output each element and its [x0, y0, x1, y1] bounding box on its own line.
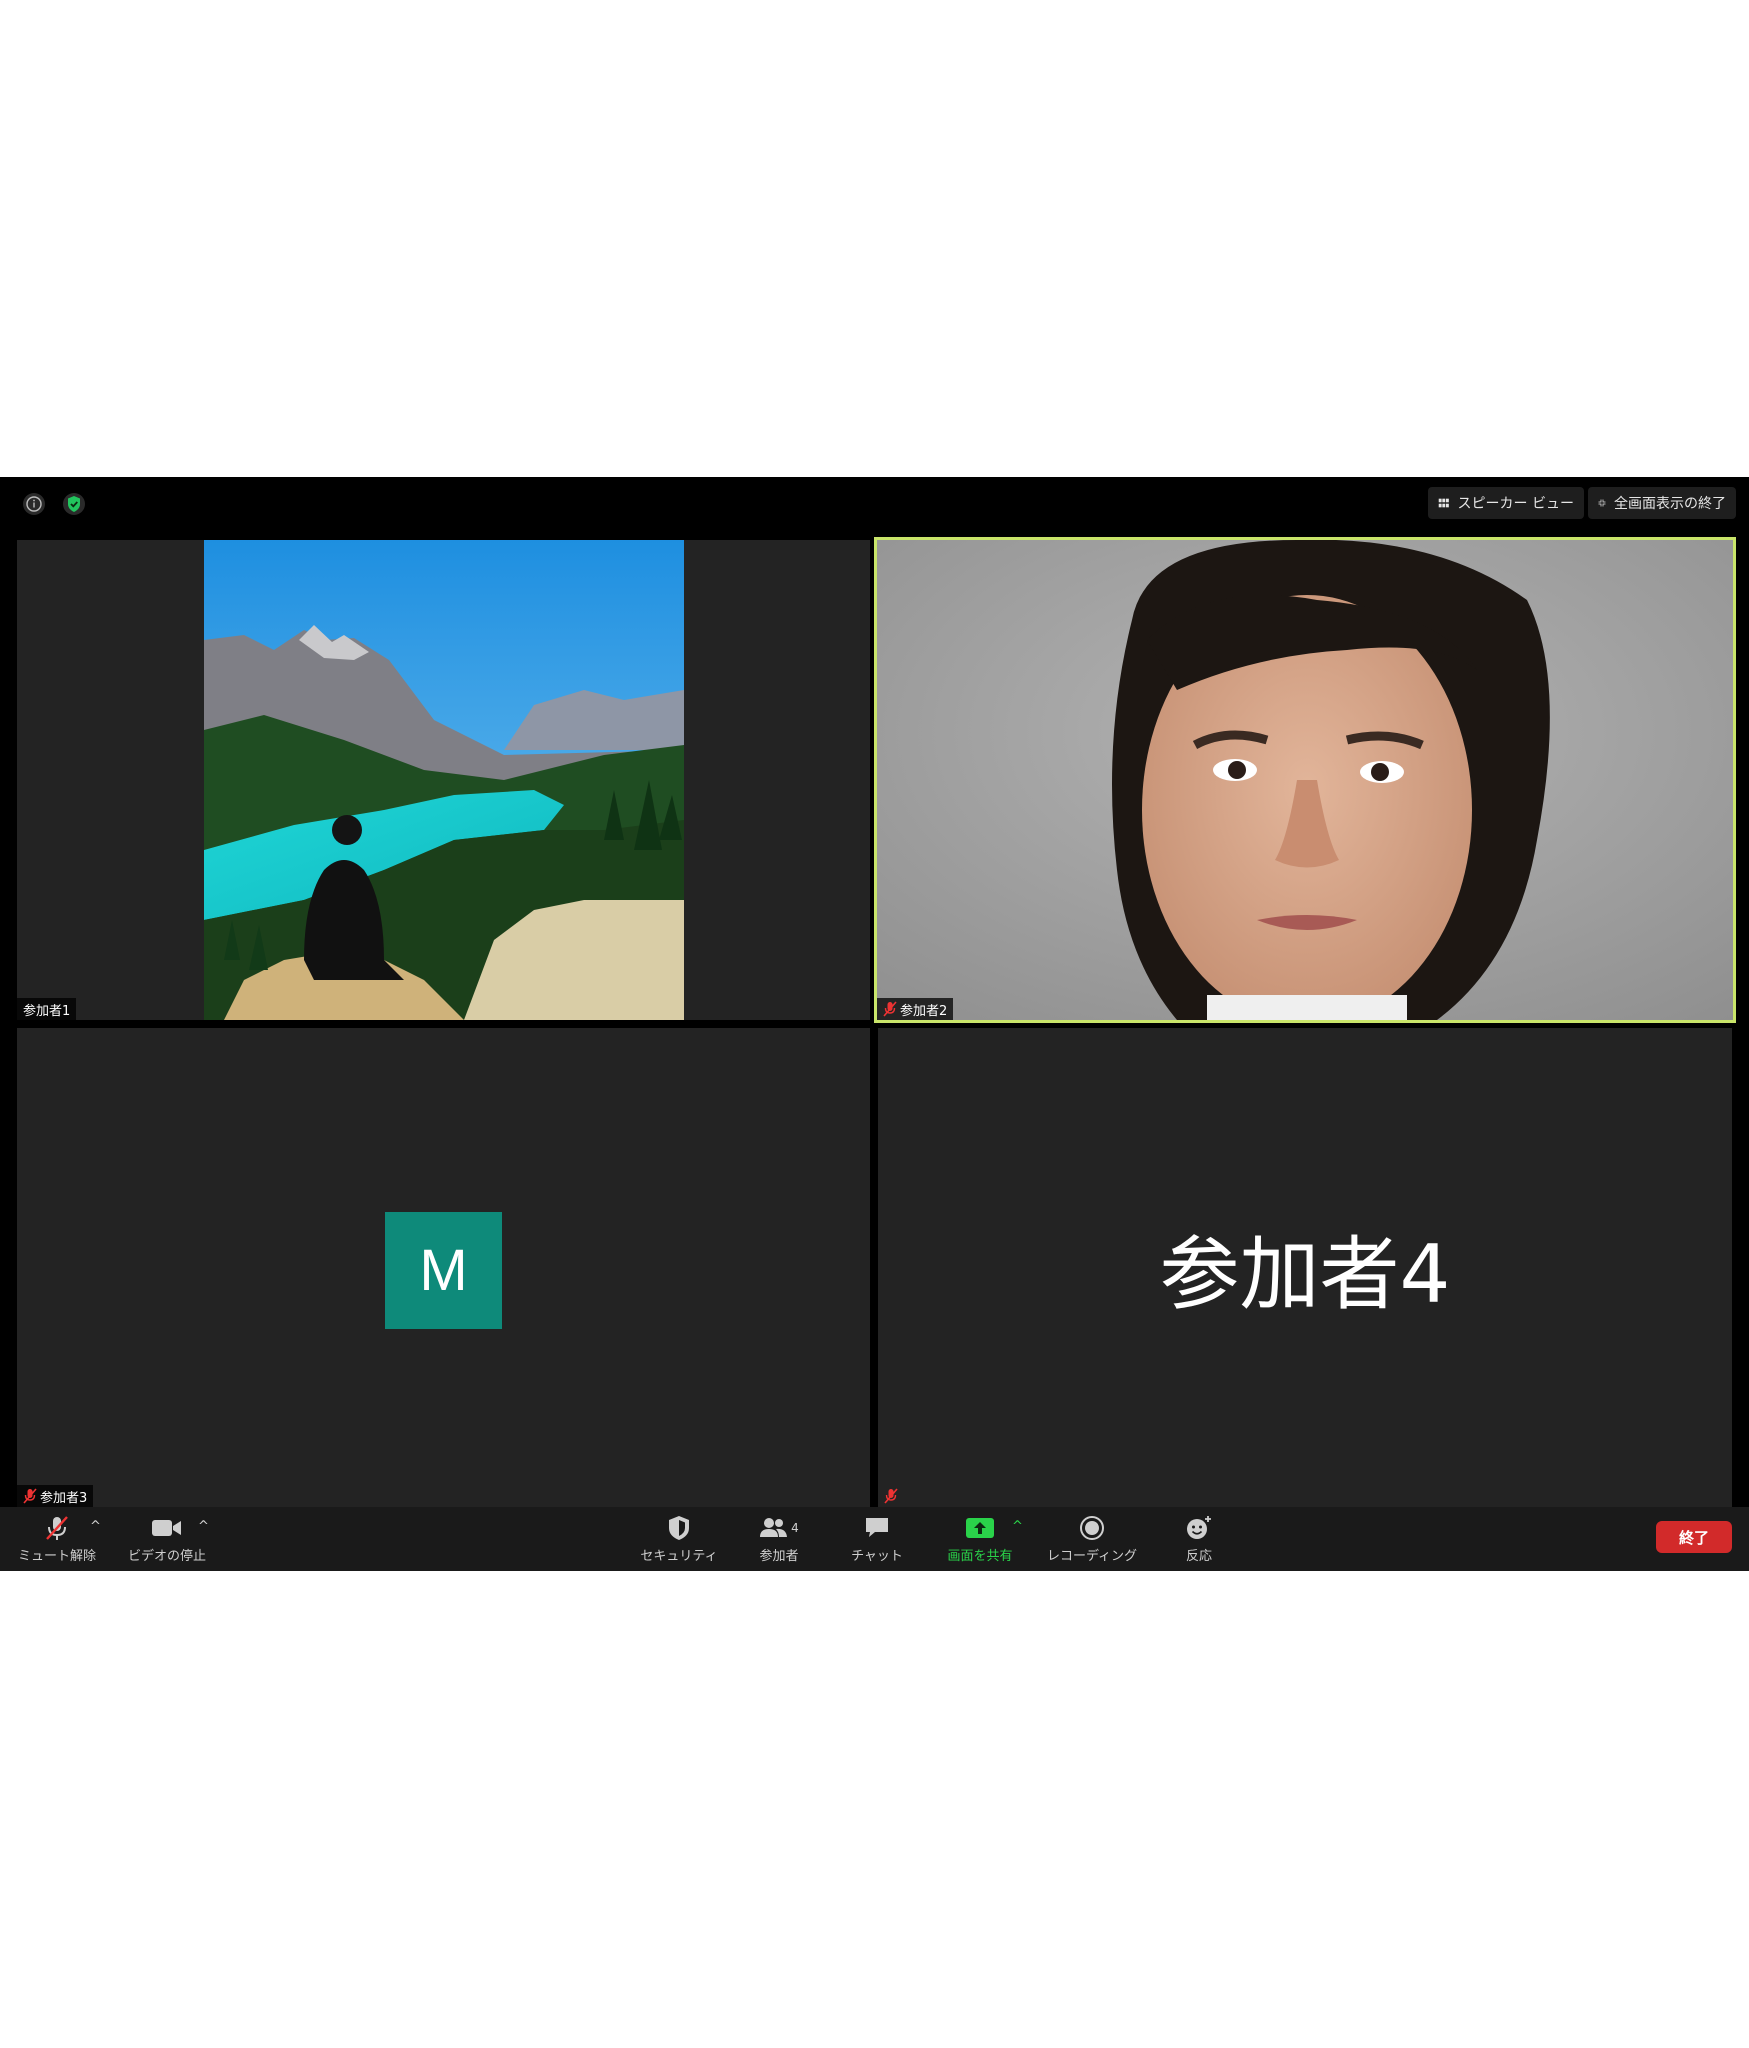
participant-4-name-tag — [878, 1485, 907, 1507]
zoom-meeting-window: スピーカー ビュー 全画面表示の終了 参加者1 参加者2 M 参加者3 参加者4… — [0, 477, 1749, 1571]
end-meeting-button[interactable]: 終了 — [1656, 1521, 1732, 1553]
participant-4-display-name: 参加者4 — [1159, 1227, 1451, 1321]
participant-2-name-tag: 参加者2 — [877, 998, 954, 1020]
video-tile-participant-2[interactable]: 参加者2 — [874, 537, 1736, 1023]
shield-check-icon[interactable] — [61, 491, 87, 517]
end-meeting-label: 終了 — [1678, 1528, 1709, 1547]
share-screen-button[interactable]: 画面を共有 — [940, 1513, 1020, 1567]
avatar: M — [385, 1212, 502, 1329]
participants-count: 4 — [791, 1521, 799, 1535]
video-options-chevron-up-icon[interactable]: ^ — [198, 1519, 209, 1534]
participant-3-name: 参加者3 — [40, 1490, 88, 1506]
security-label: セキュリティ — [640, 1549, 718, 1564]
participants-button[interactable]: 4 参加者 — [744, 1513, 814, 1567]
participant-3-name-tag: 参加者3 — [17, 1485, 94, 1507]
chat-icon — [866, 1518, 888, 1537]
unmute-label: ミュート解除 — [17, 1549, 96, 1564]
participant-2-name: 参加者2 — [900, 1003, 948, 1019]
share-options-chevron-up-icon[interactable]: ^ — [1012, 1519, 1023, 1534]
meeting-toolbar: ミュート解除 ^ ビデオの停止 ^ セキュリティ 4 参加者 チャット 画面を共… — [0, 1507, 1749, 1571]
top-bar: スピーカー ビュー 全画面表示の終了 — [0, 477, 1749, 537]
smiley-plus-icon — [1187, 1516, 1211, 1539]
share-screen-icon — [966, 1518, 994, 1538]
video-camera-icon — [152, 1520, 181, 1536]
recording-button[interactable]: レコーディング — [1040, 1513, 1144, 1567]
security-button[interactable]: セキュリティ — [636, 1513, 722, 1567]
mic-muted-icon — [46, 1516, 68, 1540]
exit-fullscreen-button[interactable]: 全画面表示の終了 — [1588, 487, 1736, 519]
landscape-video — [204, 540, 684, 1020]
collapse-icon — [1598, 499, 1606, 507]
grid-icon — [1438, 498, 1449, 508]
participant-1-name: 参加者1 — [23, 1003, 71, 1019]
shield-icon — [669, 1516, 689, 1540]
portrait-video — [877, 540, 1733, 1020]
reactions-button[interactable]: 反応 — [1164, 1513, 1234, 1567]
mic-muted-icon — [883, 1001, 897, 1017]
chat-button[interactable]: チャット — [842, 1513, 912, 1567]
speaker-view-button[interactable]: スピーカー ビュー — [1428, 487, 1584, 519]
recording-label: レコーディング — [1046, 1549, 1138, 1564]
exit-fullscreen-label: 全画面表示の終了 — [1614, 496, 1726, 512]
reactions-label: 反応 — [1185, 1549, 1212, 1564]
share-screen-label: 画面を共有 — [947, 1549, 1013, 1564]
participant-1-name-tag: 参加者1 — [17, 998, 77, 1020]
stop-video-label: ビデオの停止 — [127, 1549, 206, 1564]
record-icon — [1080, 1516, 1104, 1540]
participants-icon — [760, 1518, 788, 1537]
speaker-view-label: スピーカー ビュー — [1457, 496, 1574, 512]
participants-label: 参加者 — [759, 1549, 799, 1564]
chat-label: チャット — [851, 1549, 903, 1564]
video-tile-participant-3[interactable]: M 参加者3 — [17, 1028, 870, 1507]
unmute-button[interactable]: ミュート解除 — [14, 1513, 100, 1567]
video-tile-participant-4[interactable]: 参加者4 — [878, 1028, 1732, 1507]
mic-muted-icon — [23, 1488, 37, 1504]
info-icon[interactable] — [21, 491, 47, 517]
mic-muted-icon — [884, 1488, 898, 1504]
video-tile-participant-1[interactable]: 参加者1 — [17, 540, 870, 1020]
avatar-letter: M — [419, 1238, 468, 1303]
audio-options-chevron-up-icon[interactable]: ^ — [90, 1519, 101, 1534]
